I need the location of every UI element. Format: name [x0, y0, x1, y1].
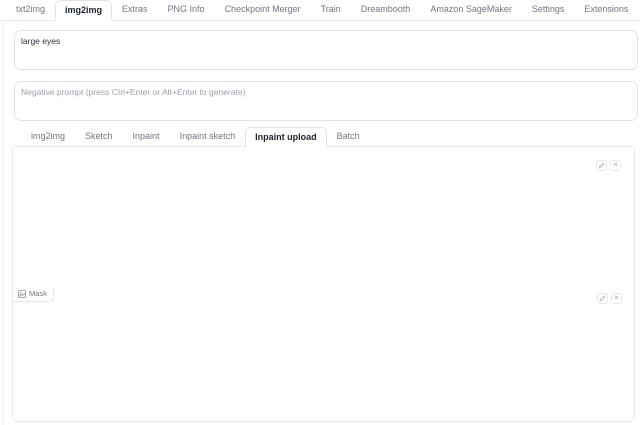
clear-image-button[interactable]: ✕ [610, 160, 621, 171]
image-icon [18, 289, 26, 298]
inpaint-upload-panel [12, 146, 635, 422]
tab-train[interactable]: Train [311, 0, 351, 20]
tab-mode-sketch[interactable]: Sketch [75, 126, 123, 147]
main-tabbar: txt2img img2img Extras PNG Info Checkpoi… [0, 0, 640, 21]
content-left-border [2, 21, 3, 425]
source-image-toolbar: ✕ [596, 160, 621, 171]
mask-label: Mask [29, 289, 47, 298]
tab-checkpoint-merger[interactable]: Checkpoint Merger [215, 0, 311, 20]
clear-mask-button[interactable]: ✕ [611, 293, 622, 304]
tab-settings[interactable]: Settings [522, 0, 575, 20]
edit-mask-button[interactable] [597, 293, 608, 304]
tab-extensions[interactable]: Extensions [574, 0, 638, 20]
pencil-icon [599, 295, 606, 302]
tab-mode-inpaint[interactable]: Inpaint [123, 126, 170, 147]
x-icon: ✕ [613, 295, 620, 302]
mask-label-badge: Mask [13, 287, 54, 302]
edit-image-button[interactable] [596, 160, 607, 171]
img2img-mode-tabbar: img2img Sketch Inpaint Inpaint sketch In… [12, 126, 635, 148]
stable-diffusion-webui: txt2img img2img Extras PNG Info Checkpoi… [0, 0, 640, 425]
mask-image-toolbar: ✕ [597, 293, 622, 304]
tab-png-info[interactable]: PNG Info [158, 0, 215, 20]
tab-amazon-sagemaker[interactable]: Amazon SageMaker [420, 0, 522, 20]
tab-mode-inpaint-upload[interactable]: Inpaint upload [245, 127, 327, 148]
tab-img2img[interactable]: img2img [55, 0, 113, 21]
negative-prompt-input[interactable] [14, 81, 638, 121]
pencil-icon [598, 162, 605, 169]
tab-mode-inpaint-sketch[interactable]: Inpaint sketch [170, 126, 246, 147]
x-icon: ✕ [612, 162, 619, 169]
tab-txt2img[interactable]: txt2img [6, 0, 55, 20]
tab-mode-img2img[interactable]: img2img [21, 126, 75, 147]
tab-extras[interactable]: Extras [112, 0, 158, 20]
tab-mode-batch[interactable]: Batch [327, 126, 370, 147]
prompt-input[interactable]: large eyes [14, 30, 638, 70]
tab-dreambooth[interactable]: Dreambooth [351, 0, 421, 20]
